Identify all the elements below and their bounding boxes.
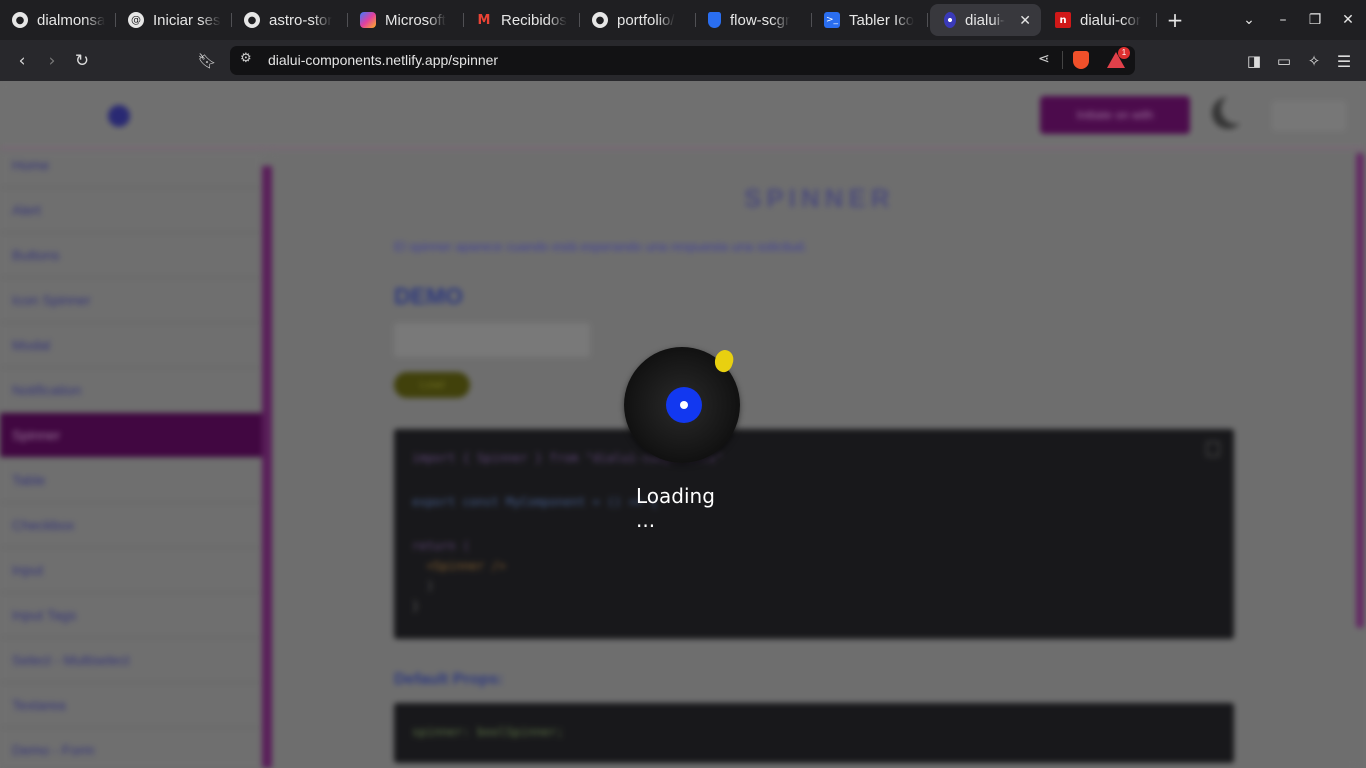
loading-text: Loading ... (636, 484, 715, 532)
browser-tab-active[interactable]: dialui- ✕ (930, 4, 1041, 36)
browser-tab[interactable]: ● astro-stor (232, 4, 348, 36)
threads-icon: @ (128, 12, 144, 28)
github-icon: ● (244, 12, 260, 28)
rewards-badge: 1 (1118, 47, 1130, 59)
tab-search-icon[interactable]: ⌄ (1233, 0, 1265, 40)
github-icon: ● (592, 12, 608, 28)
browser-tab[interactable]: M Recibidos (464, 4, 580, 36)
brave-shields-icon[interactable] (1073, 51, 1089, 69)
address-bar[interactable]: ⚙ dialui-components.netlify.app/spinner … (230, 46, 1135, 75)
shield-icon (708, 12, 721, 28)
terminal-icon: >_ (824, 12, 840, 28)
minimize-icon[interactable]: – (1267, 0, 1299, 40)
site-settings-icon[interactable]: ⚙ (240, 51, 252, 66)
browser-tab[interactable]: flow-scgr (696, 4, 812, 36)
browser-tab[interactable]: Microsoft (348, 4, 464, 36)
github-icon: ● (12, 12, 28, 28)
back-icon[interactable]: ‹ (9, 48, 35, 74)
share-icon[interactable]: ⋖ (1038, 51, 1050, 67)
browser-tab[interactable]: n dialui-cor (1043, 4, 1157, 36)
dialui-icon (944, 12, 956, 28)
leo-ai-icon[interactable]: ✧ (1301, 48, 1327, 74)
browser-tab[interactable]: ● portfolio/ (580, 4, 696, 36)
netlify-icon: n (1055, 12, 1071, 28)
tab-strip: ● dialmonsa @ Iniciar ses ● astro-stor M… (0, 0, 1366, 40)
wallet-icon[interactable]: ▭ (1271, 48, 1297, 74)
close-window-icon[interactable]: ✕ (1332, 0, 1364, 40)
new-tab-button[interactable]: + (1157, 4, 1193, 36)
browser-tab[interactable]: ● dialmonsa (0, 4, 116, 36)
menu-icon[interactable]: ☰ (1331, 48, 1357, 74)
copilot-icon (360, 12, 376, 28)
reload-icon[interactable]: ↻ (69, 48, 95, 74)
url-text[interactable]: dialui-components.netlify.app/spinner (268, 52, 498, 68)
close-tab-icon[interactable]: ✕ (1013, 12, 1031, 29)
bookmark-icon[interactable]: 🔖︎ (194, 48, 220, 74)
maximize-icon[interactable]: ❐ (1299, 0, 1331, 40)
browser-tab[interactable]: >_ Tabler Ico (812, 4, 928, 36)
forward-icon[interactable]: › (39, 48, 65, 74)
sidebar-toggle-icon[interactable]: ◨ (1241, 48, 1267, 74)
gmail-icon: M (477, 12, 491, 28)
browser-tab[interactable]: @ Iniciar ses (116, 4, 232, 36)
disc-center-hole (680, 401, 688, 409)
